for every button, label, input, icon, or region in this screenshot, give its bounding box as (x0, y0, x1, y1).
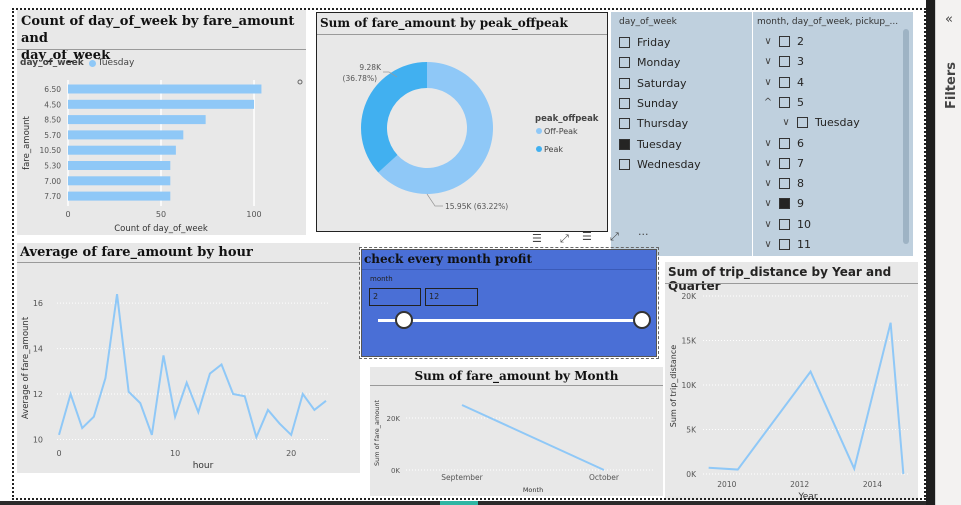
pane-divider (926, 0, 935, 505)
page-boundary (12, 8, 926, 500)
filters-pane-label[interactable]: Filters (944, 62, 959, 109)
report-canvas: Count of day_of_week by fare_amount and … (0, 0, 961, 505)
collapse-icon[interactable]: « (945, 12, 953, 27)
page-tab-indicator (440, 501, 478, 505)
